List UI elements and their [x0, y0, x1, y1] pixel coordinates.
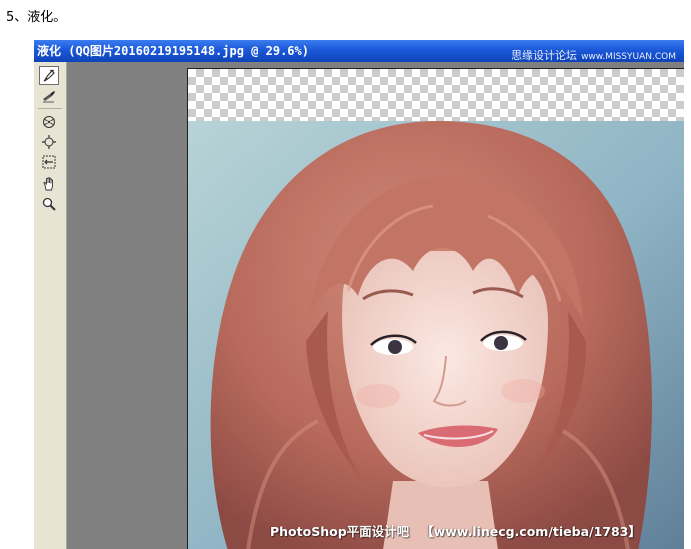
forward-warp-tool[interactable] — [39, 66, 59, 85]
portrait-illustration — [188, 121, 684, 549]
watermark-url: www.MISSYUAN.COM — [581, 52, 676, 62]
transparent-area — [188, 69, 684, 121]
zoom-tool[interactable] — [39, 194, 59, 213]
reconstruct-tool[interactable] — [39, 86, 59, 105]
step-heading: 5、液化。 — [6, 10, 67, 25]
pucker-tool[interactable] — [39, 112, 59, 131]
title-bar[interactable]: 液化 (QQ图片20160219195148.jpg @ 29.6%) 思缘设计… — [34, 40, 684, 62]
toolbox-separator — [38, 108, 62, 109]
watermark-bottom: PhotoShop平面设计吧 【www.linecg.com/tieba/1783… — [270, 521, 641, 540]
pucker-icon — [43, 115, 55, 128]
portrait-photo[interactable] — [188, 121, 684, 549]
window-title: 液化 (QQ图片20160219195148.jpg @ 29.6%) — [37, 44, 309, 58]
bloat-tool[interactable] — [39, 132, 59, 151]
watermark-brand: 思缘设计论坛 — [511, 49, 578, 62]
liquify-dialog: 液化 (QQ图片20160219195148.jpg @ 29.6%) 思缘设计… — [34, 40, 684, 549]
watermark-site-url: 【www.linecg.com/tieba/1783】 — [421, 524, 641, 539]
hand-icon — [43, 176, 53, 190]
bloat-icon — [42, 134, 56, 149]
hand-tool[interactable] — [39, 174, 59, 193]
liquify-toolbox — [34, 62, 67, 549]
reconstruct-brush-icon — [43, 90, 55, 102]
push-left-icon — [42, 155, 56, 168]
push-left-tool[interactable] — [39, 152, 59, 171]
document-preview[interactable]: PhotoShop平面设计吧 【www.linecg.com/tieba/1783… — [187, 68, 684, 549]
preview-canvas-area[interactable]: PhotoShop平面设计吧 【www.linecg.com/tieba/1783… — [67, 62, 684, 549]
watermark-site: PhotoShop平面设计吧 — [270, 524, 410, 539]
watermark-top: 思缘设计论坛 www.MISSYUAN.COM — [511, 47, 676, 63]
magnifier-icon — [42, 197, 56, 211]
finger-brush-icon — [43, 69, 55, 82]
